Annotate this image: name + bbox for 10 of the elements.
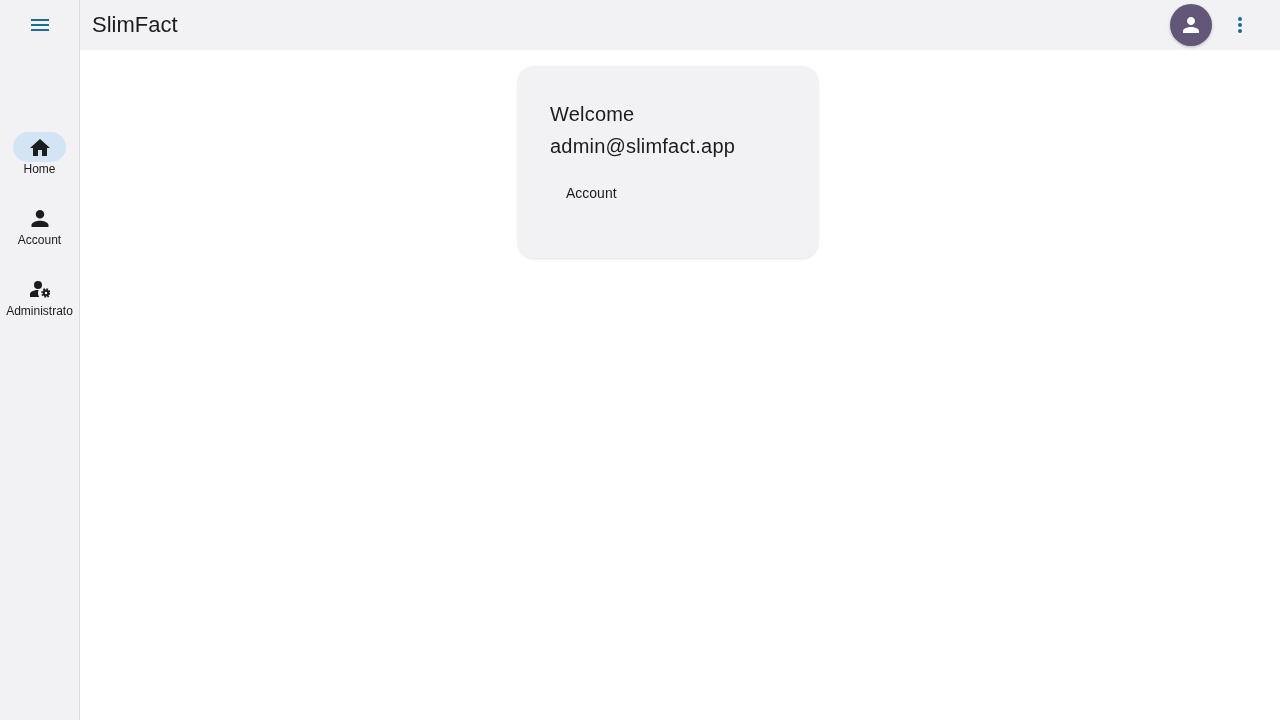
account-button[interactable]: Account — [550, 175, 633, 211]
nav-item[interactable]: Account — [0, 203, 79, 248]
app-title: SlimFact — [92, 12, 178, 38]
person-icon — [1183, 17, 1199, 33]
more-vertical-icon — [1238, 17, 1242, 33]
avatar-button[interactable] — [1170, 4, 1212, 46]
menu-icon — [30, 19, 49, 31]
nav-item[interactable]: Administrato — [0, 274, 79, 319]
welcome-heading: Welcome admin@slimfact.app — [550, 102, 737, 159]
nav-item[interactable]: Home — [0, 132, 79, 177]
